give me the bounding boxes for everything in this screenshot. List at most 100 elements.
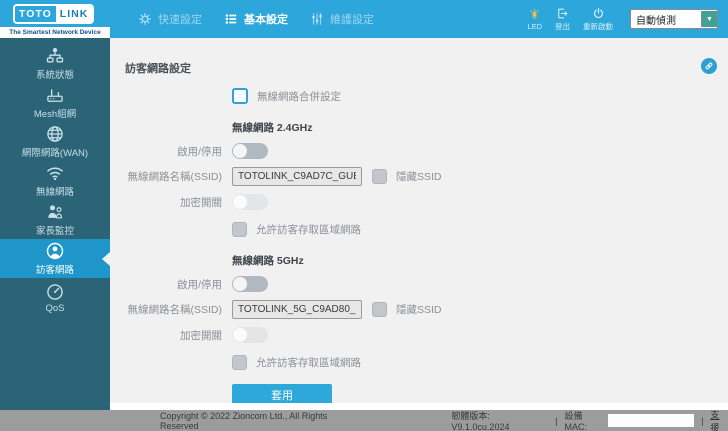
sidebar-item-guest-network[interactable]: 訪客網路 xyxy=(0,239,110,278)
footer-bar: Copyright © 2022 Zioncom Ltd., All Right… xyxy=(0,410,728,431)
link-icon xyxy=(704,61,714,71)
allow-lan-checkbox-5g[interactable] xyxy=(232,355,247,370)
hide-ssid-checkbox-2g[interactable] xyxy=(372,169,387,184)
power-icon xyxy=(592,7,605,20)
mac-label: 設備MAC: xyxy=(564,411,588,431)
help-button[interactable] xyxy=(701,58,717,74)
logout-button[interactable]: 登出 xyxy=(555,7,570,32)
logo-toto-text: TOTO xyxy=(19,8,52,20)
logo-tagline: The Smartest Network Device xyxy=(0,27,110,38)
enable-toggle-2g[interactable] xyxy=(232,143,268,159)
top-header-bar: TOTO LINK The Smartest Network Device 快速… xyxy=(0,0,728,38)
encryption-row-2g: 加密開關 xyxy=(110,194,728,210)
enable-label: 啟用/停用 xyxy=(177,145,222,158)
totolink-logo: TOTO LINK The Smartest Network Device xyxy=(0,0,110,38)
language-select[interactable]: 自動偵測 ▼ xyxy=(630,9,718,29)
ssid-label: 無線網路名稱(SSID) xyxy=(127,171,223,183)
sidebar-item-label: 網際網路(WAN) xyxy=(21,148,89,159)
sidebar-item-label: Mesh組網 xyxy=(33,109,77,120)
sliders-icon xyxy=(310,12,324,26)
encryption-toggle-2g[interactable] xyxy=(232,194,268,210)
separator: | xyxy=(555,415,558,426)
ssid-label: 無線網路名稱(SSID) xyxy=(127,304,223,316)
enable-row-2g: 啟用/停用 xyxy=(110,143,728,159)
led-icon xyxy=(528,8,541,21)
apply-button[interactable]: 套用 xyxy=(232,384,332,406)
nav-label: 快速設定 xyxy=(158,14,202,26)
hide-ssid-label: 隱藏SSID xyxy=(396,304,442,316)
mac-address-box xyxy=(608,414,695,427)
merge-checkbox[interactable] xyxy=(232,88,248,104)
top-nav: 快速設定 基本設定 維護設定 xyxy=(138,11,374,27)
sidebar-item-label: 家長監控 xyxy=(35,226,74,237)
page-title: 訪客網路設定 xyxy=(125,63,191,75)
action-label: 重新啟動 xyxy=(583,21,613,31)
gauge-icon xyxy=(45,282,65,302)
merge-checkbox-label: 無線網路合併設定 xyxy=(257,90,341,103)
sidebar-item-system-status[interactable]: 系統狀態 xyxy=(0,44,110,83)
hide-ssid-checkbox-5g[interactable] xyxy=(372,302,387,317)
copyright-text: Copyright © 2022 Zioncom Ltd., All Right… xyxy=(160,410,328,431)
wifi-icon xyxy=(45,163,65,183)
section-heading-5g: 無線網路 5GHz xyxy=(232,255,304,267)
chevron-down-icon: ▼ xyxy=(701,11,717,27)
separator: | xyxy=(701,415,704,426)
sidebar-item-label: 無線網路 xyxy=(35,187,74,198)
ssid-input-5g[interactable] xyxy=(232,300,362,319)
toggle-knob xyxy=(233,144,247,158)
action-label: 登出 xyxy=(555,21,570,31)
sidebar-item-label: QoS xyxy=(45,302,65,314)
nav-label: 維護設定 xyxy=(330,14,374,26)
allow-lan-row-2g: 允許訪客存取區域網路 xyxy=(232,222,728,237)
sidebar-item-mesh[interactable]: Mesh組網 xyxy=(0,83,110,122)
action-label: LED xyxy=(527,21,542,31)
sidebar-item-qos[interactable]: QoS xyxy=(0,278,110,317)
ssid-row-2g: 無線網路名稱(SSID) 隱藏SSID xyxy=(110,167,728,186)
gear-icon xyxy=(138,12,152,26)
reboot-button[interactable]: 重新啟動 xyxy=(583,7,613,32)
topology-icon xyxy=(45,46,65,66)
nav-basic-setup[interactable]: 基本設定 xyxy=(224,11,288,27)
sidebar: 系統狀態 Mesh組網 網際網路(WAN) 無線網路 家長監控 訪客網路 QoS xyxy=(0,38,110,410)
support-link[interactable]: 支援 xyxy=(710,408,728,431)
ssid-input-2g[interactable] xyxy=(232,167,362,186)
allow-lan-checkbox-2g[interactable] xyxy=(232,222,247,237)
ssid-row-5g: 無線網路名稱(SSID) 隱藏SSID xyxy=(110,300,728,319)
sidebar-item-wan[interactable]: 網際網路(WAN) xyxy=(0,122,110,161)
hide-ssid-label: 隱藏SSID xyxy=(396,171,442,183)
toggle-knob xyxy=(233,195,247,209)
parental-control-icon xyxy=(45,202,65,222)
toggle-knob xyxy=(233,277,247,291)
nav-advanced-setup[interactable]: 維護設定 xyxy=(310,11,374,27)
sidebar-item-label: 訪客網路 xyxy=(35,265,74,276)
main-content: 訪客網路設定 無線網路合併設定 無線網路 2.4GHz 啟用/停用 無線網路名稱… xyxy=(110,38,728,410)
encryption-label: 加密開關 xyxy=(180,329,222,342)
allow-lan-row-5g: 允許訪客存取區域網路 xyxy=(232,355,728,370)
globe-icon xyxy=(45,124,65,144)
sidebar-item-label: 系統狀態 xyxy=(35,70,74,81)
section-heading-2g: 無線網路 2.4GHz xyxy=(232,122,313,134)
enable-row-5g: 啟用/停用 xyxy=(110,276,728,292)
enable-label: 啟用/停用 xyxy=(177,278,222,291)
language-select-value: 自動偵測 xyxy=(636,15,676,27)
guest-network-icon xyxy=(45,241,65,261)
encryption-row-5g: 加密開關 xyxy=(110,327,728,343)
led-toggle-button[interactable]: LED xyxy=(527,8,542,31)
sidebar-item-parental[interactable]: 家長監控 xyxy=(0,200,110,239)
encryption-label: 加密開關 xyxy=(180,196,222,209)
allow-lan-label: 允許訪客存取區域網路 xyxy=(256,357,361,369)
logout-icon xyxy=(556,7,569,20)
firmware-version: 韌體版本: V9.1.0cu.2024 xyxy=(451,411,510,431)
enable-toggle-5g[interactable] xyxy=(232,276,268,292)
encryption-toggle-5g[interactable] xyxy=(232,327,268,343)
list-icon xyxy=(224,12,238,26)
merge-setting-row: 無線網路合併設定 xyxy=(232,88,728,104)
allow-lan-label: 允許訪客存取區域網路 xyxy=(256,224,361,236)
logo-link-text: LINK xyxy=(55,6,93,22)
totolink-admin-page: TOTO LINK The Smartest Network Device 快速… xyxy=(0,0,728,431)
toggle-knob xyxy=(233,328,247,342)
nav-quick-setup[interactable]: 快速設定 xyxy=(138,11,202,27)
mesh-router-icon xyxy=(45,85,65,105)
nav-label: 基本設定 xyxy=(244,14,288,26)
sidebar-item-wireless[interactable]: 無線網路 xyxy=(0,161,110,200)
